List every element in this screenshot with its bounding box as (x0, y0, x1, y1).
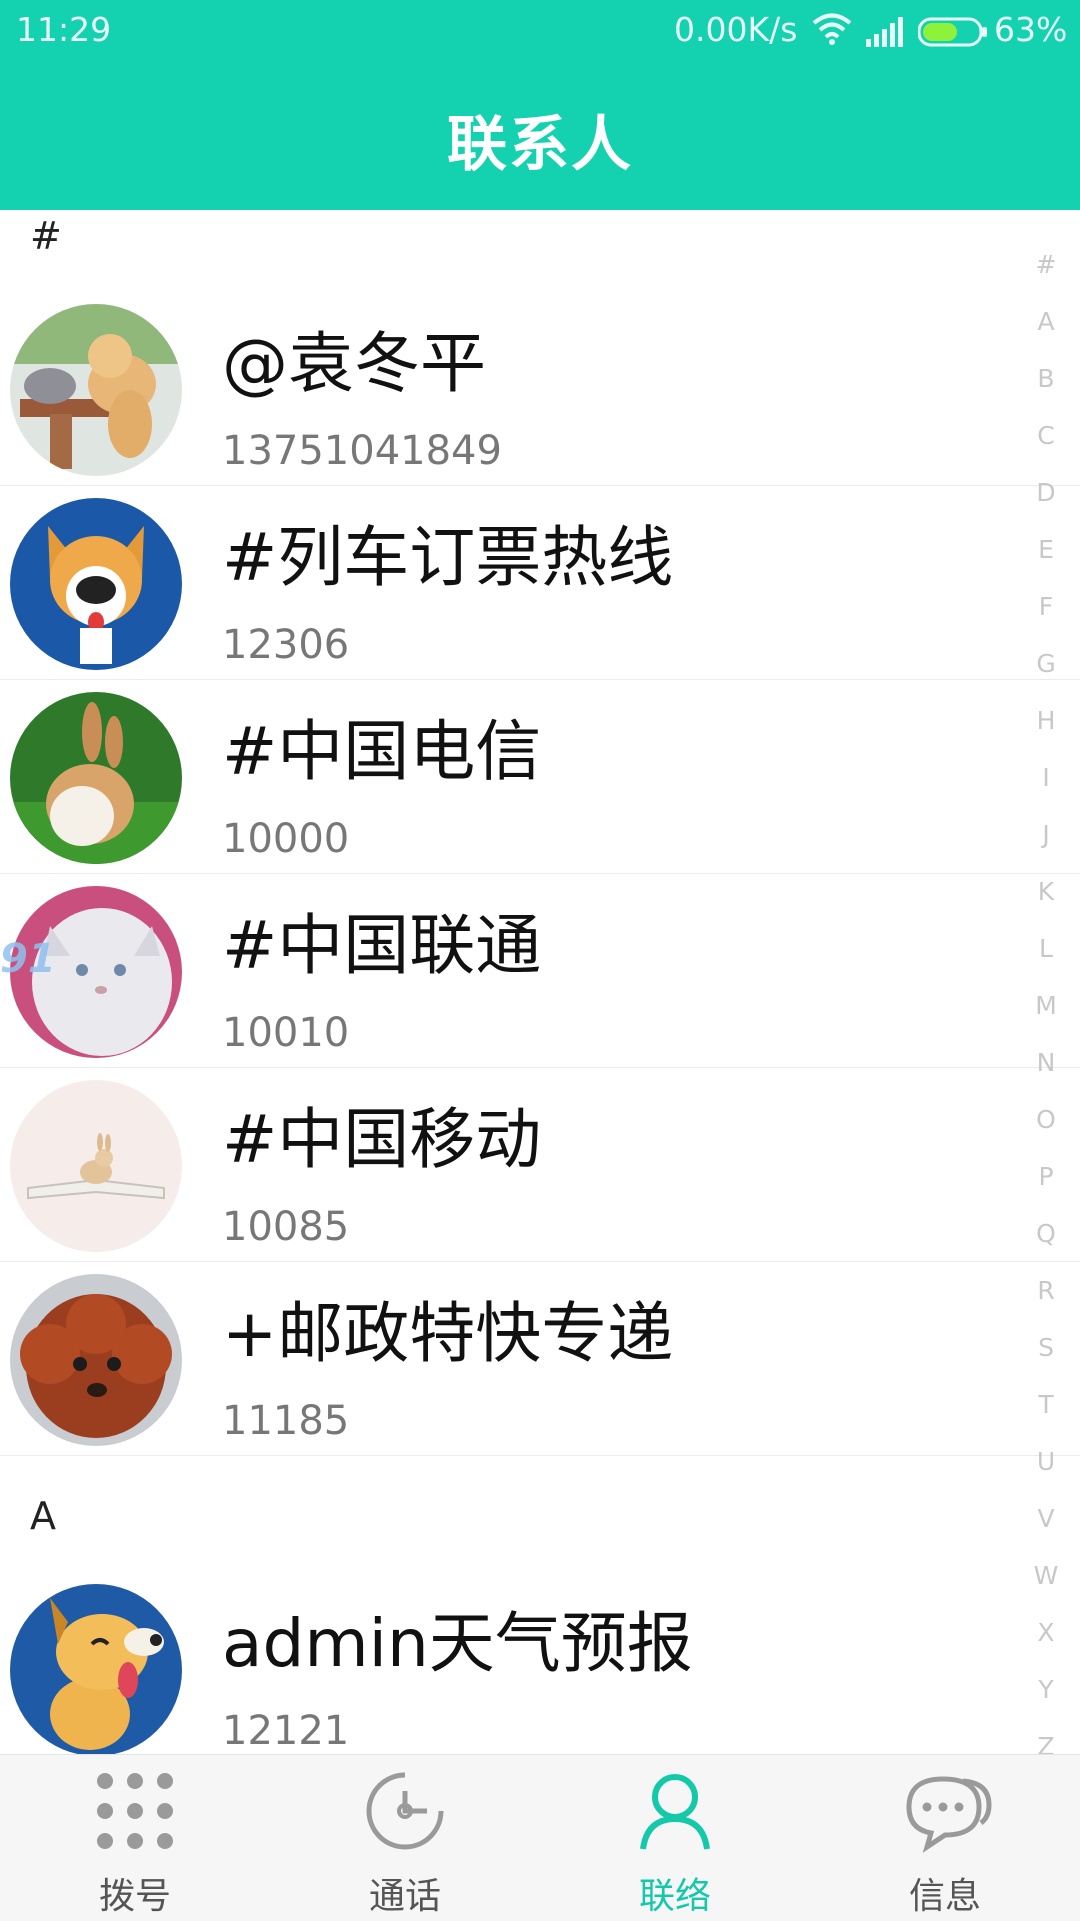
index-letter[interactable]: V (1026, 1490, 1066, 1547)
tab-contacts-label: 联络 (638, 1876, 711, 1917)
index-letter[interactable]: Q (1026, 1205, 1066, 1262)
tab-calls[interactable]: 通话 (270, 1755, 540, 1921)
tab-messages-label: 信息 (908, 1876, 981, 1917)
alphabet-index[interactable]: # A B C D E F G H I J K L M N O P Q R S T U V W X Y Z (1026, 236, 1066, 1775)
tab-calls-label: 通话 (368, 1876, 441, 1917)
index-letter[interactable]: U (1026, 1433, 1066, 1490)
contact-row[interactable]: +邮政特快专递 11185 (0, 1262, 1080, 1456)
index-letter[interactable]: A (1026, 293, 1066, 350)
battery-percent: 63% (994, 10, 1068, 49)
contact-name: @袁冬平 (222, 325, 486, 402)
index-letter[interactable]: P (1026, 1148, 1066, 1205)
call-log-icon (366, 1772, 444, 1850)
index-letter[interactable]: C (1026, 407, 1066, 464)
contact-name: +邮政特快专递 (222, 1295, 674, 1372)
contact-number: 10000 (222, 816, 350, 862)
rabbit-book-avatar (10, 1080, 182, 1252)
rabbit-grass-avatar (10, 692, 182, 864)
index-letter[interactable]: N (1026, 1034, 1066, 1091)
tab-dial[interactable]: 拨号 (0, 1755, 270, 1921)
network-speed: 0.00K/s (674, 10, 798, 49)
index-letter[interactable]: T (1026, 1376, 1066, 1433)
contact-row[interactable]: 91 #中国联通 10010 (0, 874, 1080, 1068)
index-letter[interactable]: # (1026, 236, 1066, 293)
tab-messages[interactable]: 信息 (810, 1755, 1080, 1921)
watermark-logo: 91 (0, 936, 56, 982)
index-letter[interactable]: K (1026, 863, 1066, 920)
cartoon-dog-avatar (10, 498, 182, 670)
contact-row[interactable]: admin天气预报 12121 (0, 1572, 1080, 1754)
index-letter[interactable]: X (1026, 1604, 1066, 1661)
index-letter[interactable]: B (1026, 350, 1066, 407)
status-bar: 11:29 0.00K/s 63% (0, 0, 1080, 62)
contact-name: #中国联通 (222, 907, 542, 984)
section-header-hash: # (30, 214, 62, 258)
contact-name: admin天气预报 (222, 1605, 693, 1682)
contact-row[interactable]: #中国移动 10085 (0, 1068, 1080, 1262)
tab-contacts[interactable]: 联络 (540, 1755, 810, 1921)
index-letter[interactable]: J (1026, 806, 1066, 863)
index-letter[interactable]: I (1026, 749, 1066, 806)
contact-number: 13751041849 (222, 428, 502, 474)
index-letter[interactable]: L (1026, 920, 1066, 977)
watermark-text: 91 (0, 936, 56, 982)
contact-number: 12121 (222, 1708, 350, 1754)
poodle-avatar (10, 1274, 182, 1446)
signal-icon (866, 16, 906, 55)
contact-number: 12306 (222, 622, 350, 668)
app-header: 11:29 0.00K/s 63% 联系人 (0, 0, 1080, 210)
index-letter[interactable]: W (1026, 1547, 1066, 1604)
bottom-nav: 拨号 通话 联络 信息 (0, 1754, 1080, 1921)
index-letter[interactable]: F (1026, 578, 1066, 635)
contact-name: #列车订票热线 (222, 519, 674, 596)
index-letter[interactable]: E (1026, 521, 1066, 578)
battery-icon (917, 16, 988, 55)
status-time: 11:29 (16, 10, 112, 49)
index-letter[interactable]: R (1026, 1262, 1066, 1319)
cartoon-dog-tongue-avatar (10, 1584, 182, 1754)
contact-list[interactable]: # @袁冬平 13751041849 #列车订票热线 12306 #中国电信 1… (0, 210, 1080, 1754)
puppy-rabbit-avatar (10, 304, 182, 476)
dialpad-icon (97, 1773, 173, 1849)
contact-row[interactable]: #列车订票热线 12306 (0, 486, 1080, 680)
contact-row[interactable]: @袁冬平 13751041849 (0, 292, 1080, 486)
tab-dial-label: 拨号 (98, 1876, 171, 1917)
index-letter[interactable]: G (1026, 635, 1066, 692)
messages-icon (906, 1776, 992, 1853)
contacts-icon (640, 1774, 710, 1850)
contact-row[interactable]: #中国电信 10000 (0, 680, 1080, 874)
index-letter[interactable]: D (1026, 464, 1066, 521)
index-letter[interactable]: M (1026, 977, 1066, 1034)
contact-name: #中国移动 (222, 1101, 542, 1178)
index-letter[interactable]: H (1026, 692, 1066, 749)
index-letter[interactable]: S (1026, 1319, 1066, 1376)
contact-number: 10085 (222, 1204, 350, 1250)
contact-number: 11185 (222, 1398, 350, 1444)
index-letter[interactable]: Y (1026, 1661, 1066, 1718)
wifi-icon (812, 12, 852, 54)
contact-name: #中国电信 (222, 713, 542, 790)
section-header-a: A (30, 1494, 56, 1538)
contact-number: 10010 (222, 1010, 350, 1056)
index-letter[interactable]: O (1026, 1091, 1066, 1148)
page-title: 联系人 (447, 110, 633, 180)
